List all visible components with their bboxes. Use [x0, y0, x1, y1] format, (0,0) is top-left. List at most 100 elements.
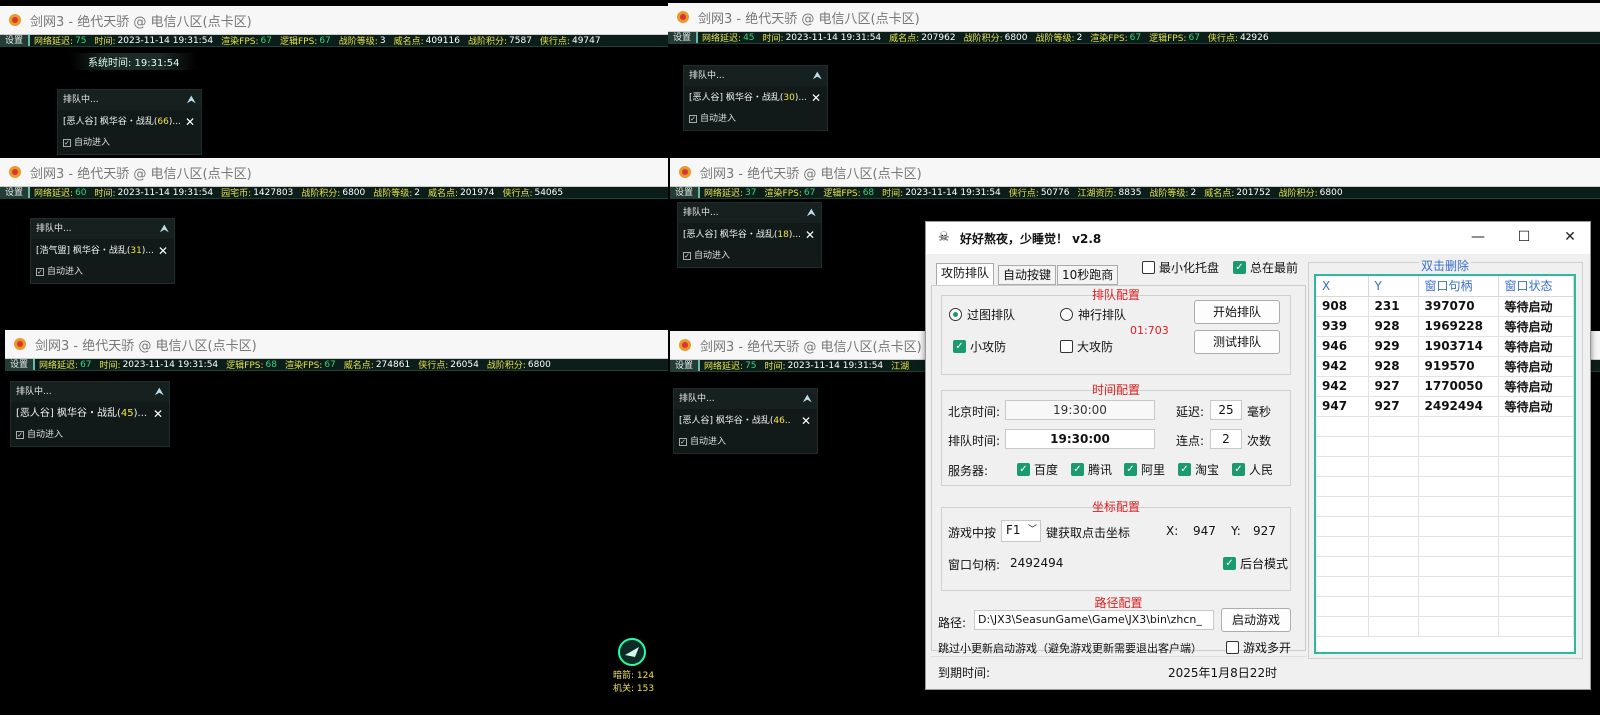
settings-button[interactable]: 设置 [670, 360, 701, 371]
server-taobao-checkbox[interactable]: ✓ 淘宝 [1178, 461, 1219, 478]
settings-button[interactable]: 设置 [0, 187, 31, 198]
auto-enter-checkbox[interactable]: ✓ 自动进入 [31, 263, 174, 281]
small-attack-checkbox[interactable]: ✓ 小攻防 [953, 338, 1006, 355]
empty-row [1316, 476, 1574, 497]
close-icon[interactable]: ✕ [805, 223, 815, 247]
close-icon[interactable]: ✕ [185, 110, 195, 134]
queue-header: 排队中... [689, 71, 725, 81]
clicks-input[interactable]: 2 [1210, 429, 1242, 449]
maximize-button[interactable]: ☐ [1502, 222, 1546, 252]
delay-input[interactable]: 25 [1210, 400, 1242, 420]
queue-panel: 排队中... ⮝ [浩气盟] 枫华谷・战乱(31)... ✕ ✓ 自动进入 [30, 218, 175, 284]
test-queue-button[interactable]: 测试排队 [1194, 330, 1280, 354]
queue-panel: 排队中... ⮝ [恶人谷] 枫华谷・战乱(18)... ✕ ✓ 自动进入 [677, 202, 822, 268]
list-title: 双击删除 [1419, 257, 1472, 274]
game-logo-icon [13, 337, 27, 351]
empty-row [1316, 496, 1574, 517]
close-icon[interactable]: ✕ [801, 409, 811, 433]
game-logo-icon [676, 10, 690, 24]
table-row[interactable]: 939 928 1969228 等待启动 [1316, 316, 1574, 337]
window-list[interactable]: X Y 窗口句柄 窗口状态 908 231 397070 等待启动 939 928 1969… [1314, 274, 1576, 654]
background-mode-checkbox[interactable]: ✓ 后台模式 [1223, 555, 1288, 572]
game-window-3[interactable]: 剑网3 - 绝代天骄 @ 电信八区(点卡区) 设置 网络延迟: 60 时间: 202… [0, 158, 668, 328]
close-icon[interactable]: ✕ [811, 86, 821, 110]
auto-enter-checkbox[interactable]: ✓ 自动进入 [678, 247, 821, 265]
skill-emblem-icon[interactable] [617, 637, 647, 667]
auto-enter-checkbox[interactable]: ✓ 自动进入 [58, 134, 201, 152]
table-row[interactable]: 946 929 1903714 等待启动 [1316, 336, 1574, 357]
game-status-bar: 设置 网络延迟: 60 时间: 2023-11-14 19:31:54 园宅币: 14… [0, 187, 668, 199]
skull-logo-icon: ☠ [938, 230, 950, 245]
column-header-status[interactable]: 窗口状态 [1498, 276, 1574, 297]
map-queue-radio[interactable]: 过图排队 [949, 306, 1015, 323]
auto-enter-checkbox[interactable]: ✓ 自动进入 [674, 433, 817, 451]
delay-label: 延迟: [1176, 405, 1205, 419]
collapse-arrow-icon[interactable]: ⮝ [803, 389, 812, 409]
close-icon[interactable]: ✕ [153, 402, 163, 426]
game-window-5[interactable]: 剑网3 - 绝代天骄 @ 电信八区(点卡区) 设置 网络延迟: 67 时间: 202… [5, 330, 668, 715]
table-cell: 908 [1316, 296, 1369, 317]
table-row[interactable]: 947 927 2492494 等待启动 [1316, 396, 1574, 417]
game-window-title-bar[interactable]: 剑网3 - 绝代天骄 @ 电信八区(点卡区) [5, 330, 668, 359]
table-cell: 1969228 [1418, 316, 1499, 337]
shenxing-queue-radio[interactable]: 神行排队 [1060, 306, 1126, 323]
tab-10s-trade[interactable]: 10秒跑商 [1057, 265, 1119, 285]
column-header-y[interactable]: Y [1368, 276, 1419, 297]
minimize-tray-checkbox[interactable]: 最小化托盘 [1142, 259, 1219, 276]
always-on-top-checkbox[interactable]: ✓ 总在最前 [1233, 259, 1298, 276]
close-button[interactable]: ✕ [1548, 222, 1592, 252]
path-label: 路径: [938, 616, 967, 630]
game-window-title: 剑网3 - 绝代天骄 @ 电信八区(点卡区) [30, 166, 252, 182]
collapse-arrow-icon[interactable]: ⮝ [807, 203, 816, 223]
column-header-x[interactable]: X [1316, 276, 1369, 297]
collapse-arrow-icon[interactable]: ⮝ [155, 382, 164, 402]
hotkey-select[interactable]: F1 ﹀ [1001, 520, 1041, 542]
game-window-title-bar[interactable]: 剑网3 - 绝代天骄 @ 电信八区(点卡区) [668, 3, 1600, 32]
launch-game-button[interactable]: 启动游戏 [1221, 608, 1291, 632]
table-row[interactable]: 942 927 1770050 等待启动 [1316, 376, 1574, 397]
settings-button[interactable]: 设置 [5, 359, 36, 370]
table-cell: 等待启动 [1498, 316, 1574, 337]
tab-attack-defense[interactable]: 攻防排队 [936, 263, 995, 285]
collapse-arrow-icon[interactable]: ⮝ [813, 66, 822, 86]
game-window-title-bar[interactable]: 剑网3 - 绝代天骄 @ 电信八区(点卡区) [0, 6, 668, 35]
table-cell: 929 [1368, 336, 1419, 357]
auto-enter-checkbox[interactable]: ✓ 自动进入 [11, 426, 169, 444]
x-value: 947 [1193, 524, 1216, 538]
settings-button[interactable]: 设置 [670, 187, 701, 198]
game-logo-icon [8, 13, 22, 27]
settings-button[interactable]: 设置 [668, 32, 699, 43]
server-renmin-checkbox[interactable]: ✓ 人民 [1232, 461, 1273, 478]
auto-enter-checkbox[interactable]: ✓ 自动进入 [684, 110, 827, 128]
start-queue-button[interactable]: 开始排队 [1194, 300, 1280, 324]
queue-header: 排队中... [16, 387, 52, 397]
settings-button[interactable]: 设置 [0, 35, 31, 46]
collapse-arrow-icon[interactable]: ⮝ [160, 219, 169, 239]
collapse-arrow-icon[interactable]: ⮝ [187, 90, 196, 110]
queue-time-input[interactable]: 19:30:00 [1005, 429, 1155, 449]
game-window-1[interactable]: 剑网3 - 绝代天骄 @ 电信八区(点卡区) 设置 网络延迟: 75 时间: 202… [0, 6, 668, 156]
game-status-bar: 设置 网络延迟: 67 时间: 2023-11-14 19:31:54 逻辑FPS:… [5, 359, 668, 371]
server-aliyun-checkbox[interactable]: ✓ 阿里 [1124, 461, 1165, 478]
minimize-button[interactable]: — [1456, 222, 1500, 252]
queue-panel: 排队中... ⮝ [恶人谷] 枫华谷・战乱(45)... ✕ ✓ 自动进入 [10, 381, 170, 447]
clicks-label: 连点: [1176, 434, 1205, 448]
close-icon[interactable]: ✕ [158, 239, 168, 263]
big-attack-checkbox[interactable]: 大攻防 [1060, 338, 1113, 355]
table-row[interactable]: 908 231 397070 等待启动 [1316, 296, 1574, 317]
table-row[interactable]: 942 928 919570 等待启动 [1316, 356, 1574, 377]
multi-open-checkbox[interactable]: 游戏多开 [1226, 639, 1291, 656]
game-window-2[interactable]: 剑网3 - 绝代天骄 @ 电信八区(点卡区) 设置 网络延迟: 45 时间: 202… [668, 3, 1600, 153]
table-cell: 927 [1368, 396, 1419, 417]
table-cell: 928 [1368, 356, 1419, 377]
server-baidu-checkbox[interactable]: ✓ 百度 [1017, 461, 1058, 478]
game-window-title-bar[interactable]: 剑网3 - 绝代天骄 @ 电信八区(点卡区) [0, 158, 668, 187]
path-input[interactable]: D:\JX3\SeasunGame\Game\JX3\bin\zhcn_ [974, 610, 1214, 630]
server-tencent-checkbox[interactable]: ✓ 腾讯 [1071, 461, 1112, 478]
tab-auto-keys[interactable]: 自动按键 [998, 265, 1057, 285]
delay-unit: 毫秒 [1247, 405, 1272, 419]
queue-entry: [恶人谷] 枫华谷・战乱(46.. [679, 416, 791, 426]
empty-row [1316, 616, 1574, 637]
game-window-title-bar[interactable]: 剑网3 - 绝代天骄 @ 电信八区(点卡区) [670, 158, 1600, 187]
column-header-handle[interactable]: 窗口句柄 [1418, 276, 1499, 297]
